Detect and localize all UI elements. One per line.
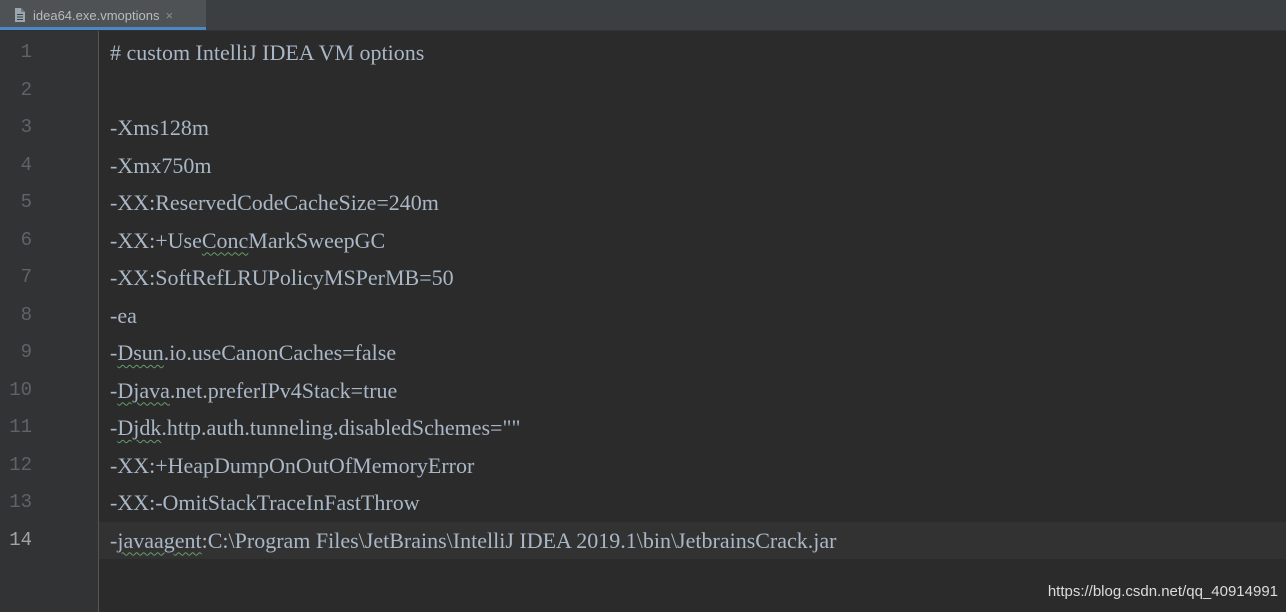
line-number: 1 bbox=[20, 41, 32, 63]
code-line[interactable]: -ea bbox=[110, 297, 137, 335]
line-number: 2 bbox=[20, 78, 32, 101]
line-number: 8 bbox=[20, 303, 32, 326]
editor-tab-bar: idea64.exe.vmoptions × bbox=[0, 0, 1286, 31]
code-line[interactable]: -javaagent:C:\Program Files\JetBrains\In… bbox=[110, 522, 837, 560]
spellcheck-underline: javaagent bbox=[117, 527, 202, 553]
line-number-gutter: 1 2 3 4 5 6 7 8 9 10 11 12 13 14 bbox=[0, 31, 99, 612]
line-number: 4 bbox=[20, 153, 32, 176]
line-number: 7 bbox=[20, 266, 32, 288]
line-number: 14 bbox=[9, 528, 32, 551]
line-number: 11 bbox=[9, 416, 32, 438]
watermark-text: https://blog.csdn.net/qq_40914991 bbox=[1047, 583, 1278, 600]
code-editor[interactable]: 1 2 3 4 5 6 7 8 9 10 11 12 13 14 # custom IntelliJ ID… bbox=[0, 31, 1286, 612]
line-number: 10 bbox=[9, 378, 32, 401]
line-number: 6 bbox=[20, 228, 32, 251]
line-number: 13 bbox=[9, 491, 32, 513]
code-line[interactable]: -XX:+HeapDumpOnOutOfMemoryError bbox=[110, 447, 474, 485]
code-line[interactable]: -Djava.net.preferIPv4Stack=true bbox=[110, 372, 397, 410]
close-icon[interactable]: × bbox=[165, 8, 173, 23]
line-number: 9 bbox=[20, 341, 32, 363]
code-line[interactable]: -XX:SoftRefLRUPolicyMSPerMB=50 bbox=[110, 259, 454, 297]
spellcheck-underline: Djdk bbox=[117, 415, 162, 440]
code-area[interactable]: # custom IntelliJ IDEA VM options -Xms128… bbox=[99, 31, 1286, 612]
code-line[interactable]: -XX:-OmitStackTraceInFastThrow bbox=[110, 484, 420, 522]
code-line[interactable]: -XX:ReservedCodeCacheSize=240m bbox=[110, 184, 439, 222]
active-tab-indicator bbox=[0, 27, 206, 30]
file-icon bbox=[15, 8, 25, 22]
file-tab[interactable]: idea64.exe.vmoptions × bbox=[0, 0, 206, 30]
spellcheck-underline: Djava bbox=[117, 377, 170, 403]
line-number: 12 bbox=[9, 453, 32, 476]
code-line[interactable]: -Xmx750m bbox=[110, 147, 211, 185]
spellcheck-underline: Dsun bbox=[117, 340, 164, 365]
code-line[interactable]: # custom IntelliJ IDEA VM options bbox=[110, 34, 424, 72]
code-line[interactable]: -Xms128m bbox=[110, 109, 209, 147]
code-line[interactable]: -Djdk.http.auth.tunneling.disabledScheme… bbox=[110, 409, 520, 447]
spellcheck-underline: Conc bbox=[201, 227, 249, 253]
tab-filename: idea64.exe.vmoptions bbox=[33, 7, 160, 23]
line-number: 5 bbox=[20, 191, 32, 213]
code-line[interactable]: -XX:+UseConcMarkSweepGC bbox=[110, 222, 385, 260]
code-line[interactable]: -Dsun.io.useCanonCaches=false bbox=[110, 334, 396, 372]
line-number: 3 bbox=[20, 116, 32, 138]
